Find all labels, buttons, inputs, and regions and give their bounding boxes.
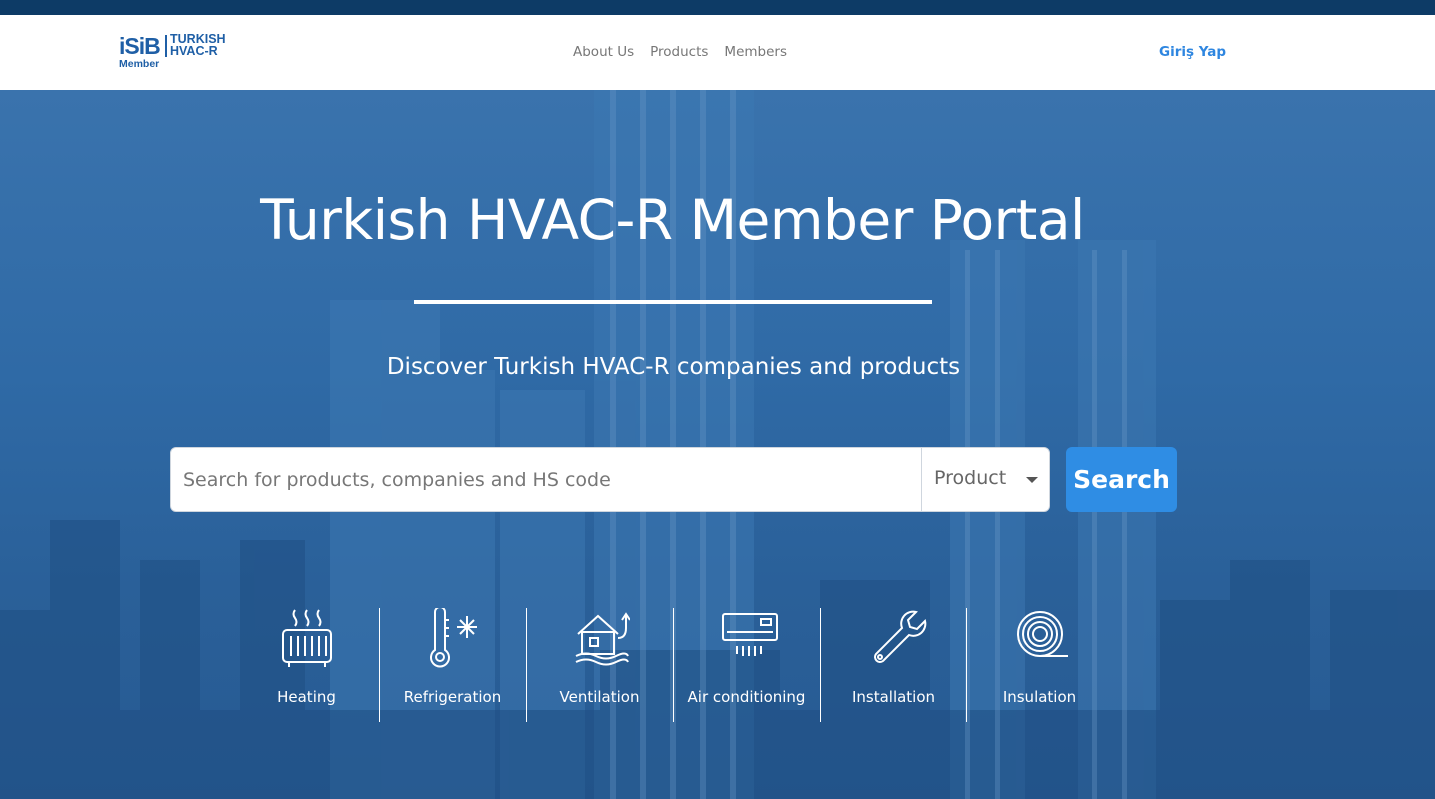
logo-text: TURKISH HVAC-R bbox=[170, 32, 226, 58]
nav-link-about[interactable]: About Us bbox=[573, 44, 634, 60]
top-accent-bar bbox=[0, 0, 1435, 15]
logo-separator bbox=[165, 35, 167, 57]
category-air-conditioning[interactable]: Air conditioning bbox=[673, 608, 820, 722]
category-label: Ventilation bbox=[559, 688, 640, 706]
title-divider bbox=[414, 300, 932, 304]
category-label: Heating bbox=[277, 688, 336, 706]
navbar: iSiB TURKISH HVAC-R Member About Us Prod… bbox=[0, 15, 1435, 90]
radiator-icon bbox=[282, 609, 332, 667]
search-type-select[interactable]: Product bbox=[921, 448, 1049, 511]
logo-mark: iSiB bbox=[119, 33, 161, 59]
wrench-icon bbox=[874, 610, 927, 663]
logo-subtitle: Member bbox=[119, 58, 160, 70]
category-installation[interactable]: Installation bbox=[820, 608, 967, 722]
thermometer-snowflake-icon bbox=[430, 608, 477, 668]
chevron-down-icon bbox=[1026, 477, 1038, 483]
category-heating[interactable]: Heating bbox=[233, 608, 380, 722]
category-label: Installation bbox=[851, 688, 936, 706]
category-insulation[interactable]: Insulation bbox=[966, 608, 1113, 722]
login-link[interactable]: Giriş Yap bbox=[1159, 44, 1226, 60]
main-nav: About Us Products Members bbox=[573, 44, 787, 60]
search-button[interactable]: Search bbox=[1066, 447, 1177, 512]
category-label: Air conditioning bbox=[687, 688, 806, 706]
category-label: Insulation bbox=[1002, 688, 1077, 706]
house-airflow-icon bbox=[575, 612, 630, 666]
search-type-value: Product bbox=[934, 467, 1007, 489]
hero-subtitle: Discover Turkish HVAC-R companies and pr… bbox=[386, 354, 961, 380]
insulation-roll-icon bbox=[1017, 611, 1068, 657]
search-bar: Product bbox=[170, 447, 1050, 512]
site-logo[interactable]: iSiB TURKISH HVAC-R Member bbox=[119, 33, 234, 73]
hero-title: Turkish HVAC-R Member Portal bbox=[260, 188, 1085, 252]
category-refrigeration[interactable]: Refrigeration bbox=[379, 608, 526, 722]
nav-link-members[interactable]: Members bbox=[724, 44, 787, 60]
search-input[interactable] bbox=[171, 448, 921, 511]
nav-link-products[interactable]: Products bbox=[650, 44, 708, 60]
air-conditioner-icon bbox=[722, 613, 778, 656]
category-label: Refrigeration bbox=[403, 688, 502, 706]
hero-section: Turkish HVAC-R Member Portal Discover Tu… bbox=[0, 90, 1435, 799]
category-ventilation[interactable]: Ventilation bbox=[526, 608, 673, 722]
